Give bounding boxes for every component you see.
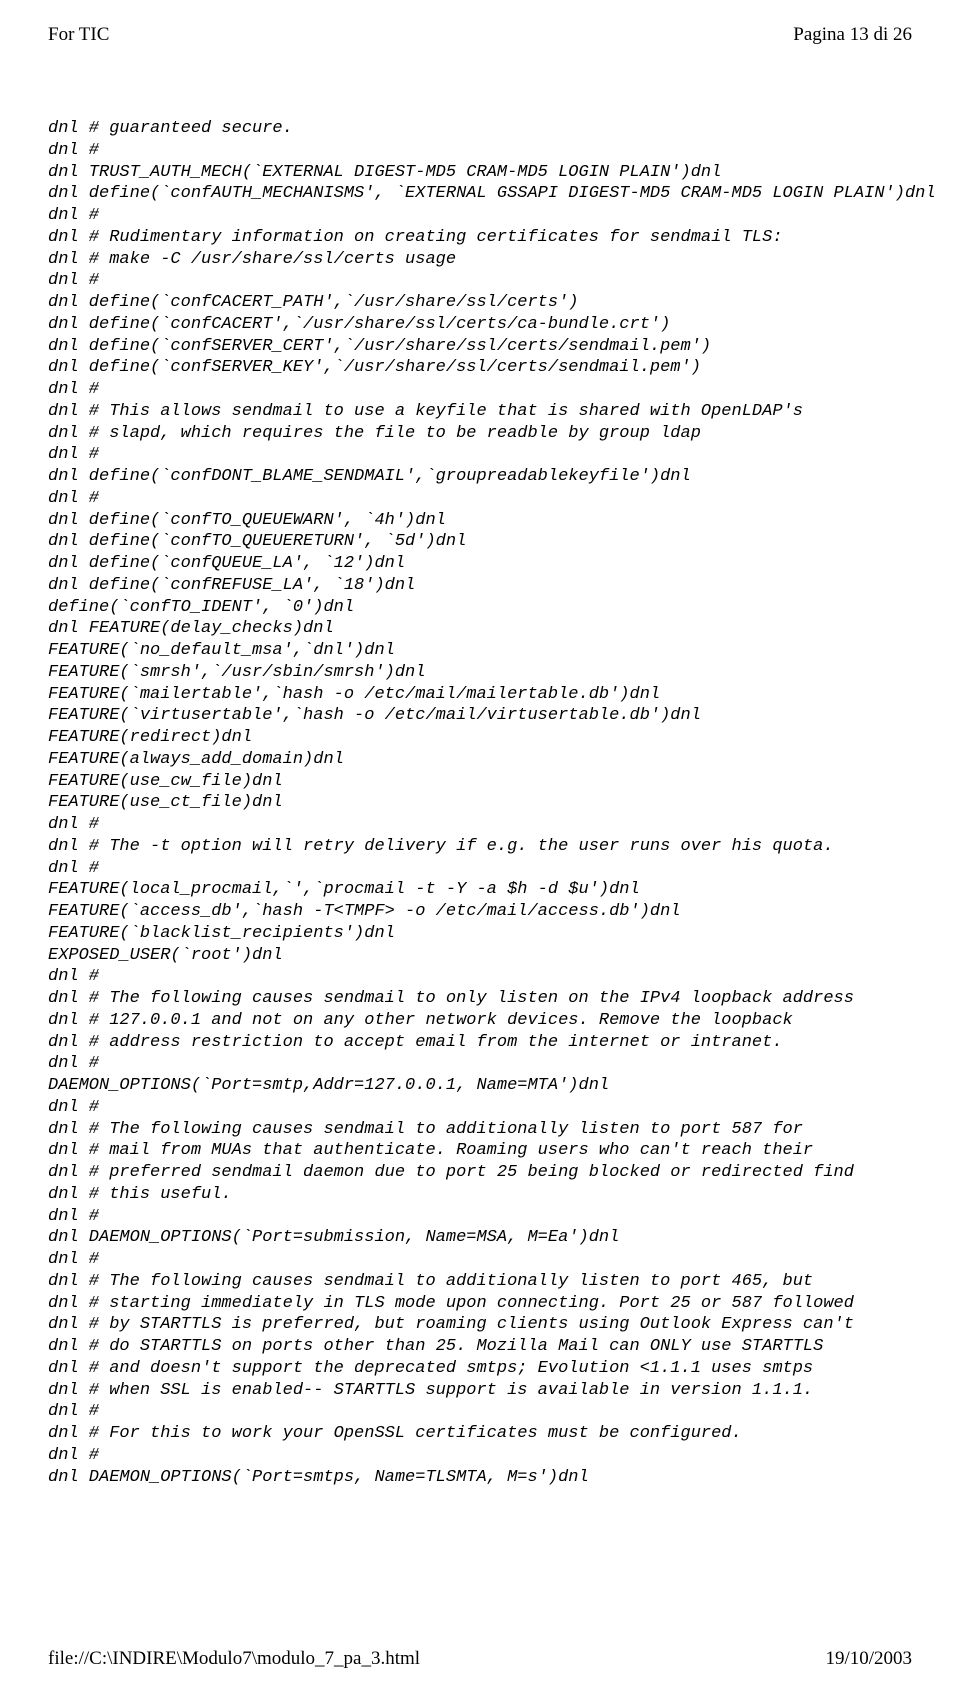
footer-date: 19/10/2003 [825, 1648, 912, 1670]
document-page: For TIC Pagina 13 di 26 dnl # guaranteed… [0, 0, 960, 1694]
page-header: For TIC Pagina 13 di 26 [48, 24, 912, 46]
code-block: dnl # guaranteed secure. dnl # dnl TRUST… [48, 118, 912, 1488]
page-footer: file://C:\INDIRE\Modulo7\modulo_7_pa_3.h… [48, 1648, 912, 1670]
header-page-number: Pagina 13 di 26 [793, 24, 912, 46]
footer-file-path: file://C:\INDIRE\Modulo7\modulo_7_pa_3.h… [48, 1648, 420, 1670]
header-title-left: For TIC [48, 24, 109, 46]
